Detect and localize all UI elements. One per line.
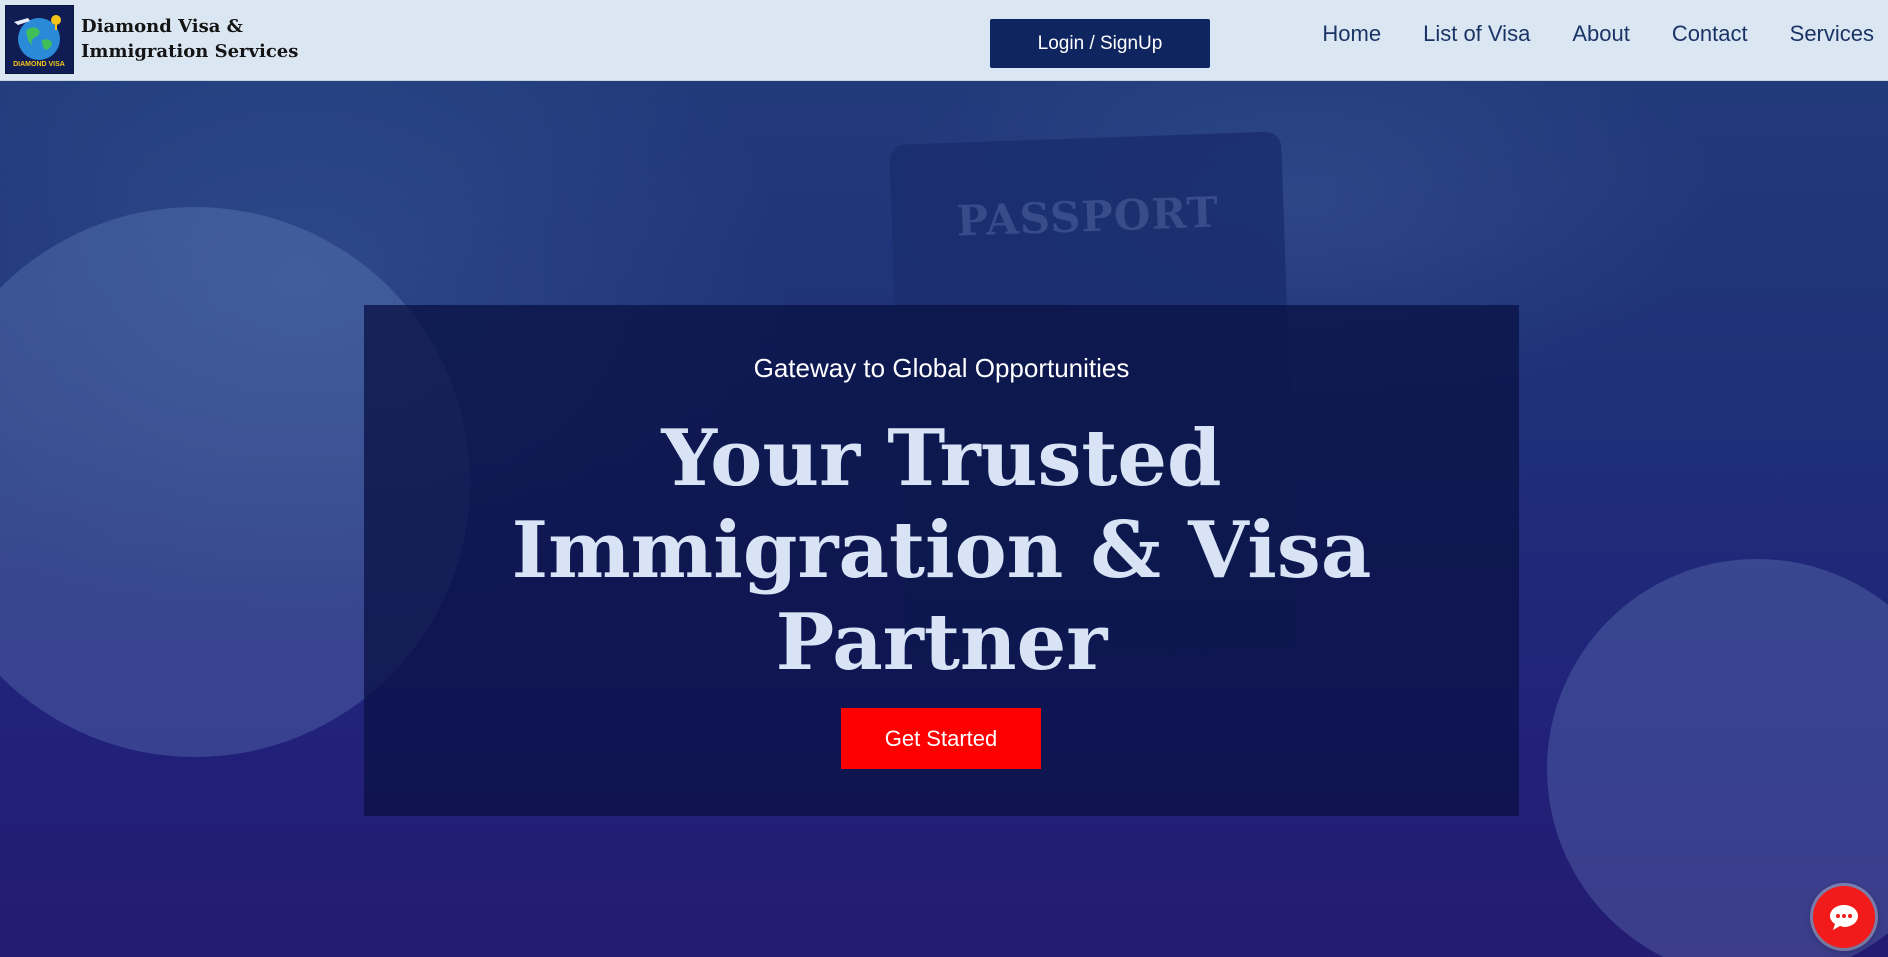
passport-text: PASSPORT	[955, 187, 1220, 246]
login-signup-button[interactable]: Login / SignUp	[990, 19, 1210, 68]
headline-line-1: Your Trusted	[661, 413, 1222, 504]
chat-icon	[1830, 905, 1858, 930]
hero-content-box: Gateway to Global Opportunities Your Tru…	[364, 305, 1519, 816]
site-header: DIAMOND VISA Diamond Visa & Immigration …	[0, 0, 1888, 81]
nav-services[interactable]: Services	[1769, 19, 1874, 49]
logo-caption: DIAMOND VISA	[13, 61, 65, 68]
brand-line-1: Diamond Visa &	[81, 16, 243, 37]
brand-line-2: Immigration Services	[81, 41, 299, 62]
nav-contact[interactable]: Contact	[1651, 19, 1769, 49]
chat-widget-button[interactable]	[1813, 886, 1875, 948]
hero-headline: Your Trusted Immigration & Visa Partner	[364, 413, 1519, 689]
hero-eyebrow: Gateway to Global Opportunities	[753, 353, 1130, 383]
get-started-button[interactable]: Get Started	[841, 708, 1041, 769]
brand-name[interactable]: Diamond Visa & Immigration Services	[81, 14, 301, 64]
headline-line-3: Partner	[775, 597, 1108, 688]
globe-logo-icon: DIAMOND VISA	[6, 6, 73, 73]
main-nav: Home List of Visa About Contact Services	[1301, 19, 1874, 49]
nav-home[interactable]: Home	[1301, 19, 1402, 49]
hero-section: PASSPORT Gateway to Global Opportunities…	[0, 81, 1888, 957]
nav-about[interactable]: About	[1551, 19, 1651, 49]
nav-list-of-visa[interactable]: List of Visa	[1402, 19, 1551, 49]
logo[interactable]: DIAMOND VISA	[5, 5, 74, 74]
headline-line-2: Immigration & Visa	[511, 505, 1372, 596]
